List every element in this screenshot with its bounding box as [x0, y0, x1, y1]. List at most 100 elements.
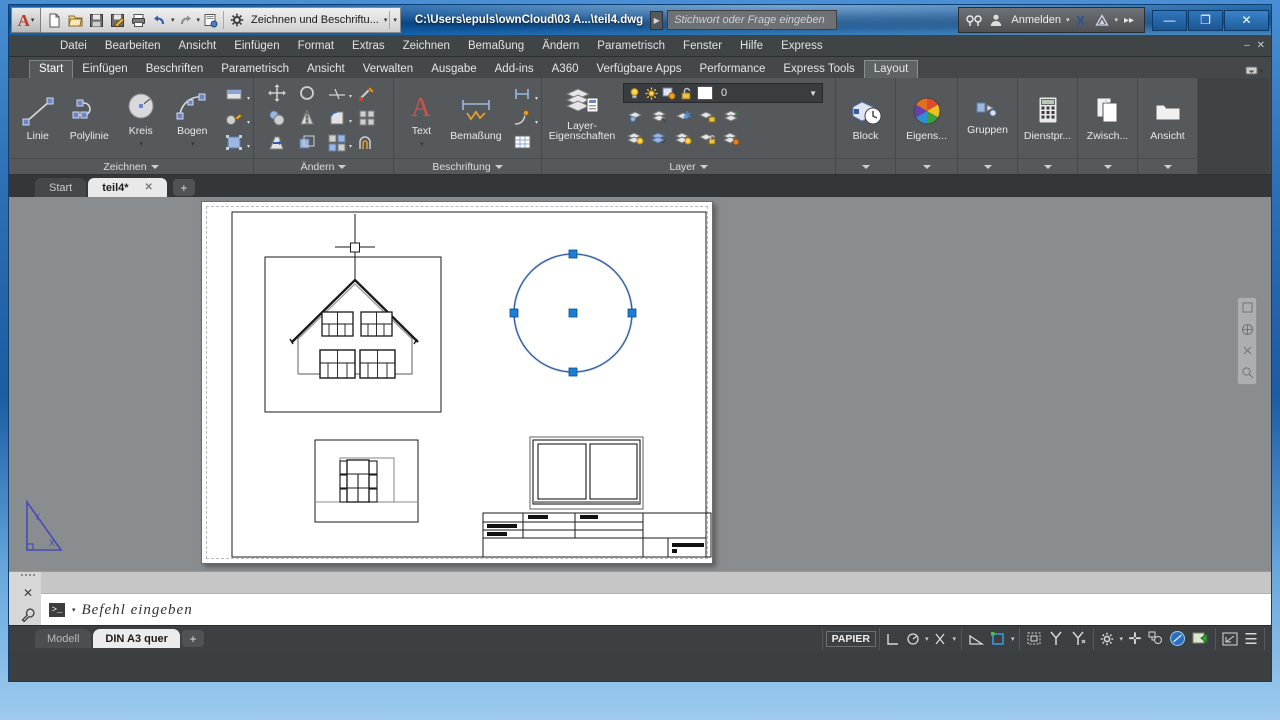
menu-item-fenster[interactable]: Fenster — [674, 40, 731, 52]
panel-label-ansicht[interactable] — [1138, 158, 1197, 174]
line-tool[interactable]: Linie — [12, 93, 64, 142]
text-tool[interactable]: A Text ▾ — [397, 88, 446, 147]
chevron-down-icon[interactable]: ▾ — [384, 16, 388, 24]
ribbon-minimize-control[interactable]: ▾ — [1245, 65, 1263, 76]
menu-item-zeichnen[interactable]: Zeichnen — [394, 40, 459, 52]
pan-icon[interactable] — [1241, 344, 1254, 359]
chevron-down-icon[interactable]: ▾ — [923, 635, 931, 643]
menu-item-datei[interactable]: Datei — [51, 40, 96, 52]
menu-item-aendern[interactable]: Ändern — [533, 40, 588, 52]
title-dropdown-icon[interactable]: ▶ — [650, 10, 664, 30]
new-file-icon[interactable] — [44, 9, 65, 31]
undo-icon[interactable] — [149, 9, 170, 31]
chamfer-tool[interactable]: ▾ — [322, 109, 352, 127]
chevron-down-icon[interactable]: ▼ — [809, 89, 817, 98]
menu-item-einfuegen[interactable]: Einfügen — [225, 40, 288, 52]
layer-isolate-icon[interactable] — [623, 105, 647, 127]
ribbon-tab-start[interactable]: Start — [29, 60, 74, 78]
workspace-switch-icon[interactable] — [1097, 628, 1117, 650]
ribbon-tab-ansicht[interactable]: Ansicht — [298, 61, 354, 78]
dimension-tool[interactable]: Bemaßung — [446, 93, 506, 142]
layer-combo[interactable]: 0 ▼ — [623, 83, 823, 103]
array-tool[interactable] — [352, 109, 382, 127]
layer-thaw-all-icon[interactable] — [671, 127, 695, 149]
ribbon-tab-verwalten[interactable]: Verwalten — [354, 61, 423, 78]
utilities-tool[interactable]: Dienstpr... — [1022, 93, 1074, 142]
trim-tool[interactable]: ▾ — [322, 84, 352, 102]
ribbon-tab-express-tools[interactable]: Express Tools — [774, 61, 863, 78]
ribbon-tab-verfuegbare-apps[interactable]: Verfügbare Apps — [587, 61, 690, 78]
gear-icon[interactable] — [226, 9, 247, 31]
panel-label-zwischenablage[interactable] — [1078, 158, 1137, 174]
doc-tab-start[interactable]: Start — [35, 178, 87, 197]
otrack-icon[interactable] — [965, 628, 987, 650]
drawing-canvas[interactable]: Y X — [9, 197, 1271, 571]
command-input[interactable]: >_ ▾ Befehl eingeben — [41, 593, 1271, 626]
wrench-icon[interactable] — [21, 608, 35, 625]
rotate-tool[interactable] — [292, 84, 322, 102]
layer-unlock-icon[interactable] — [695, 127, 719, 149]
chevron-down-icon[interactable]: ▾ — [139, 140, 143, 148]
panel-label-dienstprogramme[interactable] — [1018, 158, 1077, 174]
customization-icon[interactable] — [1189, 628, 1212, 650]
new-layout-button[interactable]: + — [181, 630, 204, 647]
clipboard-tool[interactable]: Zwisch... — [1082, 93, 1134, 142]
offset-tool[interactable] — [352, 134, 382, 152]
doc-tab-teil4[interactable]: teil4* ✕ — [88, 178, 167, 197]
annotation-visibility-icon[interactable] — [1045, 628, 1067, 650]
chevron-down-icon[interactable]: ▾ — [950, 635, 958, 643]
unlock-icon[interactable] — [680, 87, 693, 100]
region-tool[interactable]: ▾ — [218, 134, 250, 151]
table-tool[interactable] — [506, 134, 538, 150]
sun-icon[interactable] — [645, 87, 658, 100]
autocad-logo-icon[interactable]: A ▾ — [11, 7, 41, 33]
stretch-tool[interactable] — [262, 134, 292, 152]
annotation-autoscale-icon[interactable] — [1067, 628, 1090, 650]
leader-tool[interactable]: ▾ — [506, 110, 538, 126]
close-icon[interactable]: ✕ — [23, 586, 33, 600]
user-avatar-icon[interactable] — [985, 9, 1007, 31]
plot-preview-icon[interactable] — [200, 9, 221, 31]
insert-block-tool[interactable]: Block — [840, 93, 892, 142]
chevron-down-icon[interactable]: ▾ — [72, 606, 76, 614]
redo-icon[interactable] — [175, 9, 196, 31]
menu-item-format[interactable]: Format — [289, 40, 343, 52]
menu-item-bemassung[interactable]: Bemaßung — [459, 40, 533, 52]
menu-item-hilfe[interactable]: Hilfe — [731, 40, 772, 52]
ribbon-tab-beschriften[interactable]: Beschriften — [137, 61, 213, 78]
clean-screen-icon[interactable] — [1166, 628, 1189, 650]
menu-item-ansicht[interactable]: Ansicht — [169, 40, 225, 52]
layer-on-icon[interactable] — [623, 127, 647, 149]
explode-tool[interactable]: ▾ — [322, 134, 352, 152]
ribbon-tab-performance[interactable]: Performance — [691, 61, 775, 78]
hatch-tool[interactable]: ▾ — [218, 110, 250, 127]
ribbon-tab-ausgabe[interactable]: Ausgabe — [422, 61, 485, 78]
panel-label-layer[interactable]: Layer — [542, 158, 835, 174]
steering-wheel-icon[interactable] — [1241, 323, 1254, 338]
more-options-icon[interactable]: ▸▸ — [1118, 9, 1140, 31]
panel-label-zeichnen[interactable]: Zeichnen — [9, 158, 253, 174]
dimstyle-tool[interactable]: ▾ — [506, 86, 538, 102]
fillet-tool[interactable] — [352, 84, 382, 102]
isolate-objects-icon[interactable] — [1145, 628, 1166, 650]
restore-window-icon[interactable]: ‒ ✕ — [1244, 40, 1267, 51]
workspace-name-label[interactable]: Zeichnen und Beschriftu... — [247, 14, 383, 26]
view-tool[interactable]: Ansicht — [1142, 93, 1194, 142]
chevron-down-icon[interactable]: ▾ — [1117, 635, 1125, 643]
zoom-icon[interactable] — [1241, 366, 1254, 381]
chevron-down-icon[interactable]: ▾ — [535, 95, 538, 102]
chevron-down-icon[interactable]: ▾ — [420, 140, 424, 148]
ribbon-tab-layout[interactable]: Layout — [863, 60, 919, 78]
mirror-tool[interactable] — [292, 109, 322, 127]
lightbulb-on-icon[interactable] — [628, 87, 641, 100]
help-search-input[interactable]: Stichwort oder Frage eingeben — [667, 10, 838, 30]
properties-tool[interactable]: Eigens... — [901, 93, 953, 142]
save-as-icon[interactable] — [107, 9, 128, 31]
new-document-button[interactable]: + — [172, 179, 195, 196]
chevron-down-icon[interactable]: ▾ — [247, 95, 250, 102]
layer-off-icon[interactable] — [647, 105, 671, 127]
polar-tracking-icon[interactable] — [903, 628, 923, 650]
arc-tool[interactable]: Bogen ▾ — [167, 88, 219, 148]
circle-tool[interactable]: Kreis ▾ — [115, 88, 167, 148]
panel-label-gruppen[interactable] — [958, 158, 1017, 174]
